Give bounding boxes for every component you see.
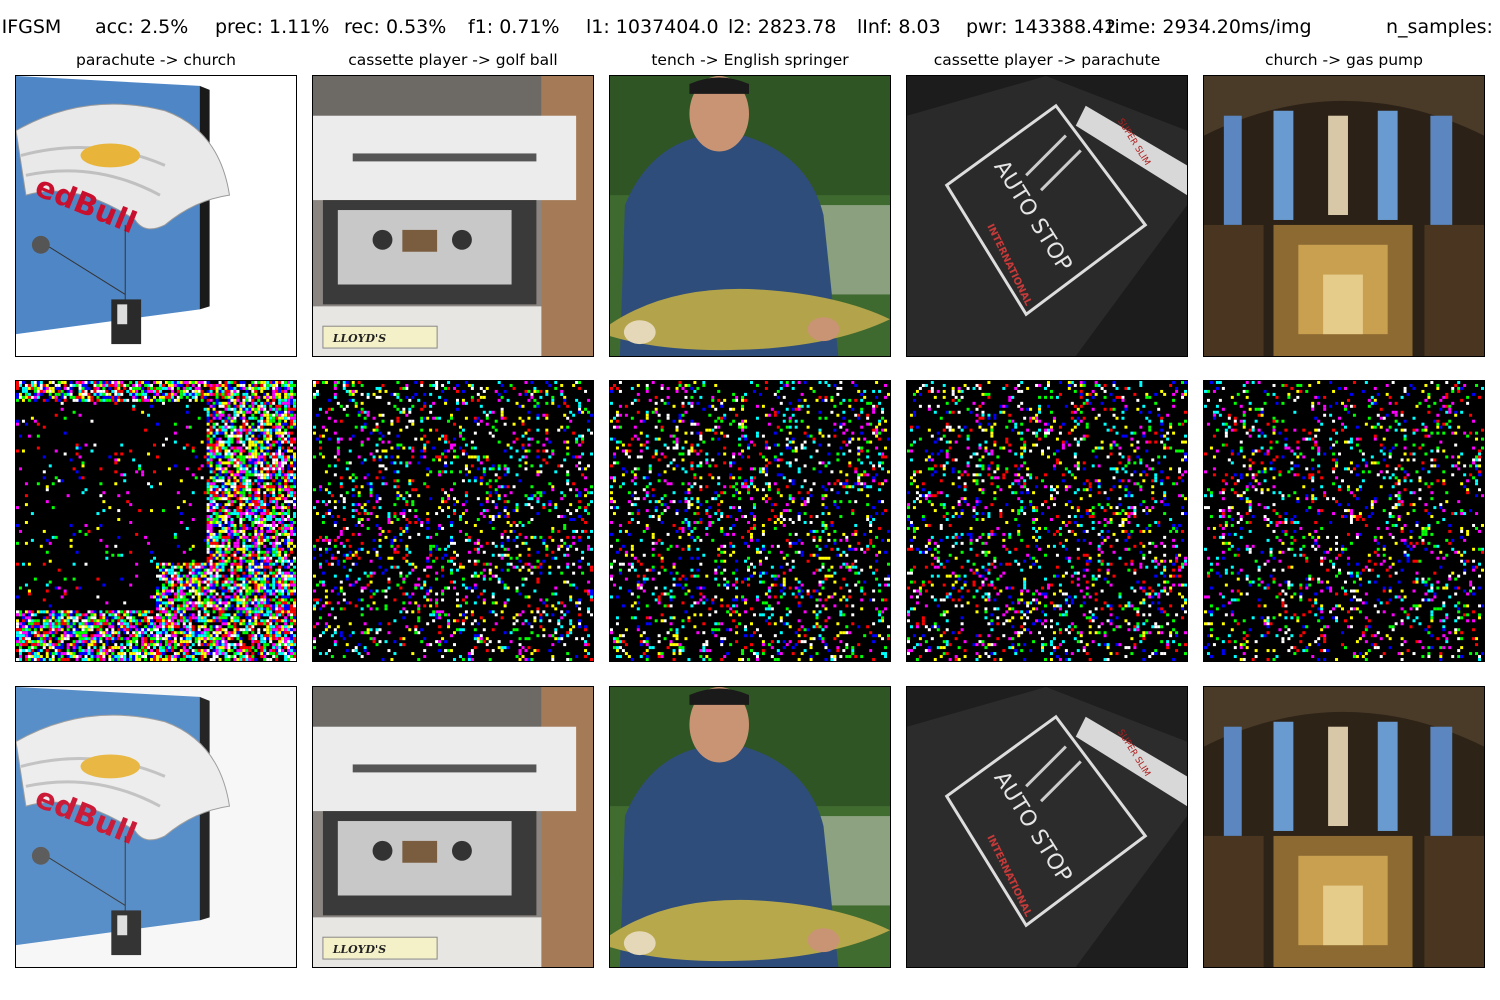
acc-metric: acc: 2.5% [95,16,189,38]
f1-metric: f1: 0.71% [468,16,560,38]
linf-metric: lInf: 8.03 [857,16,941,38]
n-samples-metric: n_samples: [1386,16,1493,38]
original-image-cassette: LLOYD'S [312,75,594,357]
l2-metric: l2: 2823.78 [728,16,837,38]
method-label: IIFGSM [0,16,62,38]
perturbation-image-cassette [312,380,594,662]
column-title: cassette player -> golf ball [348,51,558,69]
cassette-brand-text: LLOYD'S [332,332,386,345]
pwr-metric: pwr: 143388.42 [966,16,1117,38]
adversarial-image-autostop: AUTO STOP INTERNATIONAL SUPER SLIM [906,686,1188,968]
original-image-tench [609,75,891,357]
adversarial-image-church [1203,686,1485,968]
adversarial-image-parachute: edBull [15,686,297,968]
adversarial-image-tench [609,686,891,968]
perturbation-image-tench [609,380,891,662]
time-metric: time: 2934.20ms/img [1107,16,1312,38]
column-title: parachute -> church [76,51,236,69]
cassette-brand-text: LLOYD'S [332,943,386,956]
perturbation-image-autostop [906,380,1188,662]
column-title: cassette player -> parachute [933,51,1161,69]
original-image-parachute: edBull [15,75,297,357]
original-image-autostop: AUTO STOP INTERNATIONAL SUPER SLIM [906,75,1188,357]
perturbation-image-church [1203,380,1485,662]
column-title: church -> gas pump [1265,51,1423,69]
adversarial-image-cassette: LLOYD'S [312,686,594,968]
l1-metric: l1: 1037404.0 [586,16,719,38]
prec-metric: prec: 1.11% [215,16,330,38]
original-image-church [1203,75,1485,357]
column-title: tench -> English springer [651,51,849,69]
perturbation-image-parachute [15,380,297,662]
rec-metric: rec: 0.53% [344,16,447,38]
metrics-header: IIFGSM acc: 2.5% prec: 1.11% rec: 0.53% … [0,16,1500,42]
